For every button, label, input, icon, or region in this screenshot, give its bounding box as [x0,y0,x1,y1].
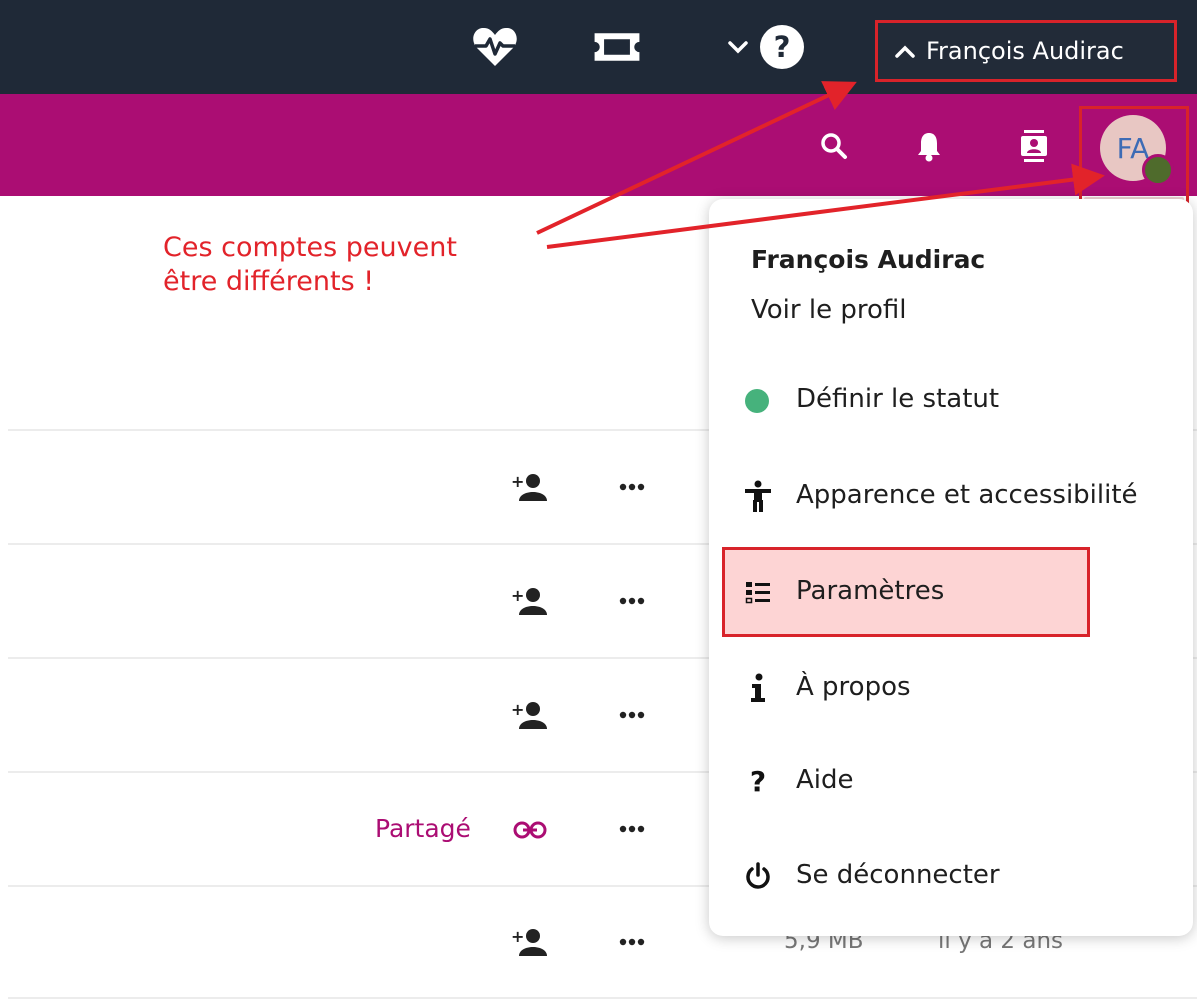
annotation-note: Ces comptes peuvent être différents ! [163,232,457,297]
search-icon[interactable] [812,124,856,168]
svg-text:?: ? [750,766,766,796]
question-icon: ? [742,765,774,797]
menu-item-label: Définir le statut [796,384,1000,414]
more-actions-icon[interactable] [610,809,654,849]
more-actions-icon[interactable] [610,695,654,735]
link-icon[interactable] [508,810,552,850]
bell-icon[interactable] [907,124,951,168]
more-actions-icon[interactable] [610,581,654,621]
menu-item-label: À propos [796,672,911,702]
user-status-dot [1142,154,1174,186]
more-actions-icon[interactable] [610,467,654,507]
svg-text:?: ? [774,30,791,64]
menu-item-label: Apparence et accessibilité [796,480,1138,510]
menu-item-about[interactable] [720,652,1190,724]
admin-user-menu[interactable]: François Audirac [875,20,1177,82]
svg-text:+: + [511,586,524,605]
menu-item-label: Paramètres [796,576,945,606]
share-user-add-icon[interactable]: + [507,922,551,962]
svg-text:+: + [511,472,524,491]
admin-user-name: François Audirac [926,37,1124,65]
chevron-down-icon [728,41,748,54]
menu-user-name: François Audirac [751,245,986,274]
view-profile-link[interactable]: Voir le profil [751,295,906,325]
svg-text:+: + [511,927,524,946]
contacts-icon[interactable] [1012,124,1056,168]
share-user-add-icon[interactable]: + [507,581,551,621]
power-icon [742,860,774,892]
menu-item-help[interactable] [720,745,1190,817]
menu-item-label: Se déconnecter [796,860,1000,890]
status-dot-icon [745,389,769,413]
chevron-up-icon [895,45,915,58]
more-actions-icon[interactable] [610,922,654,962]
help-menu-toggle[interactable]: ? [722,22,816,72]
svg-text:+: + [511,700,524,719]
menu-item-label: Aide [796,765,854,795]
info-icon [742,672,774,704]
settings-list-icon [742,576,774,608]
ticket-icon[interactable] [592,22,642,72]
shared-status-label[interactable]: Partagé [375,814,471,843]
accessibility-icon [742,480,774,512]
heartbeat-icon[interactable] [470,22,520,72]
share-user-add-icon[interactable]: + [507,467,551,507]
share-user-add-icon[interactable]: + [507,695,551,735]
